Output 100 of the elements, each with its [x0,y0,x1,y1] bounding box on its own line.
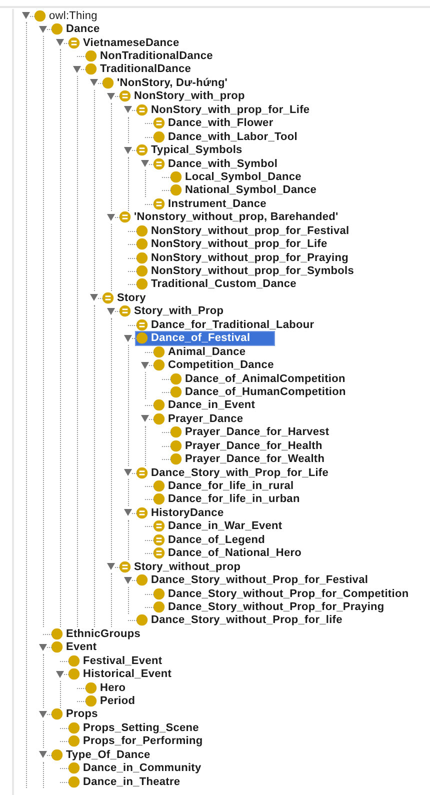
tree-item[interactable]: Dance_with_Symbol [153,157,280,170]
tree-item[interactable]: Prayer_Dance [153,412,246,426]
tree-item[interactable]: Dance_Story_without_Prop_for_Festival [136,574,370,587]
collapse-toggle[interactable] [124,509,132,516]
tree-item[interactable]: Dance_with_Flower [153,116,276,130]
collapse-toggle[interactable] [107,92,115,100]
tree-item[interactable]: Prayer_Dance_for_Wealth [170,452,327,466]
class-icon [136,265,148,278]
collapse-toggle[interactable] [39,26,47,33]
tree-item[interactable]: Dance_Story_without_Prop_for_life [136,614,344,627]
tree-item[interactable]: Type_Of_Dance [51,748,152,762]
tree-item[interactable]: Story_without_prop [119,560,243,574]
tree-item[interactable]: Dance_for_life_in_urban [153,492,302,506]
tree-item[interactable]: Dance_of_National_Hero [153,546,304,560]
tree-item[interactable]: Instrument_Dance [153,197,268,210]
tree-item[interactable]: Local_Symbol_Dance [170,170,304,184]
tree-item[interactable]: Dance_with_Labor_Tool [153,130,300,144]
tree-item[interactable]: Dance_for_life_in_rural [153,480,296,493]
defined-class-icon [153,158,165,170]
collapse-toggle[interactable] [22,12,30,20]
tree-item[interactable]: Dance_Story_with_Prop_for_Life [136,466,330,480]
tree-item[interactable]: 'Nonstory_without_prop, Barehanded' [119,210,340,224]
collapse-toggle[interactable] [107,308,115,315]
tree-item[interactable]: Story [102,291,148,304]
collapse-toggle[interactable] [141,362,149,369]
class-icon [68,668,80,680]
tree-item[interactable]: Dance_in_War_Event [153,520,284,533]
collapse-toggle[interactable] [124,146,132,154]
defined-class-icon [153,520,165,532]
tree-item[interactable]: Prayer_Dance_for_Health [170,439,324,452]
collapse-toggle[interactable] [141,160,149,168]
tree-item[interactable]: Props_for_Performing [68,734,205,748]
collapse-toggle[interactable] [141,415,149,422]
tree-item[interactable]: Festival_Event [68,654,164,668]
collapse-toggle[interactable] [73,66,81,73]
tree-item[interactable]: EthnicGroups [51,627,143,640]
class-icon [136,332,148,344]
tree-item[interactable]: 'NonStory, Dư-hứng' [102,76,230,90]
collapse-toggle[interactable] [107,563,115,570]
tree-item[interactable]: Animal_Dance [153,345,248,358]
class-icon [102,76,114,89]
defined-class-icon [102,292,114,304]
collapse-toggle[interactable] [124,334,132,342]
class-icon [51,641,63,654]
class-icon [153,412,165,425]
tree-item[interactable]: National_Symbol_Dance [170,184,319,197]
tree-item[interactable]: NonStory_without_prop_for_Praying [136,251,350,264]
class-icon [153,480,165,492]
tree-item[interactable]: NonStory_with_prop_for_Life [136,103,312,116]
collapse-toggle[interactable] [39,644,47,651]
tree-item[interactable]: Dance_for_Traditional_Labour [136,318,316,332]
tree-item[interactable]: NonStory_without_prop_for_Life [136,238,330,251]
collapse-toggle[interactable] [56,670,64,678]
tree-item[interactable]: Historical_Event [68,668,174,681]
defined-class-icon [136,318,148,331]
tree-item[interactable]: NonStory_without_prop_for_Festival [136,224,352,238]
tree-item[interactable]: Dance_of_AnimalCompetition [170,372,348,386]
tree-item[interactable]: Traditional_Custom_Dance [136,278,298,291]
tree-item[interactable]: owl:Thing [34,9,100,22]
tree-item[interactable]: VietnameseDance [68,36,182,50]
tree-item[interactable]: Dance_in_Event [153,398,258,412]
class-icon [170,426,182,438]
tree-item[interactable]: NonStory_with_prop [119,90,247,103]
tree-item[interactable]: Hero [85,681,128,694]
tree-item[interactable]: Period [85,694,138,708]
tree-item[interactable]: Dance_Story_without_Prop_for_Praying [153,600,386,614]
collapse-toggle[interactable] [39,710,47,718]
defined-class-icon [136,144,148,156]
class-icon [153,359,165,372]
collapse-toggle[interactable] [124,576,132,584]
tree-item[interactable]: NonStory_without_prop_for_Symbols [136,264,356,278]
tree-item[interactable]: Dance [51,22,102,36]
collapse-toggle[interactable] [124,469,132,476]
collapse-toggle[interactable] [39,751,47,758]
tree-item[interactable]: Event [51,640,99,654]
class-icon [170,453,182,466]
tree-item[interactable]: Dance_in_Theatre [68,775,182,788]
collapse-toggle[interactable] [90,79,98,86]
class-icon [153,493,165,506]
tree-item[interactable]: Typical_Symbols [136,144,244,157]
collapse-toggle[interactable] [56,39,64,46]
tree-item[interactable]: Dance_of_HumanCompetition [170,385,348,398]
tree-item[interactable]: Dance_Story_without_Prop_for_Competition [153,587,411,600]
tree-item[interactable]: Dance_of_Legend [153,533,267,546]
class-icon [68,722,80,734]
tree-item[interactable]: Props_Setting_Scene [68,721,201,734]
collapse-toggle[interactable] [90,294,98,302]
tree-item[interactable]: Prayer_Dance_for_Harvest [170,426,332,439]
tree-item[interactable]: TraditionalDance [85,62,194,76]
defined-class-icon [136,466,148,479]
tree-item[interactable]: Dance_of_Festival [136,332,274,345]
collapse-toggle[interactable] [124,106,132,114]
tree-item[interactable]: Dance_in_Community [68,762,204,775]
tree-item[interactable]: NonTraditionalDance [85,50,215,63]
tree-item[interactable]: Props [51,708,100,721]
tree-item[interactable]: HistoryDance [136,506,226,520]
collapse-toggle[interactable] [107,214,115,221]
class-icon [136,252,148,264]
tree-item[interactable]: Story_with_Prop [119,304,226,318]
tree-item[interactable]: Competition_Dance [153,358,276,372]
